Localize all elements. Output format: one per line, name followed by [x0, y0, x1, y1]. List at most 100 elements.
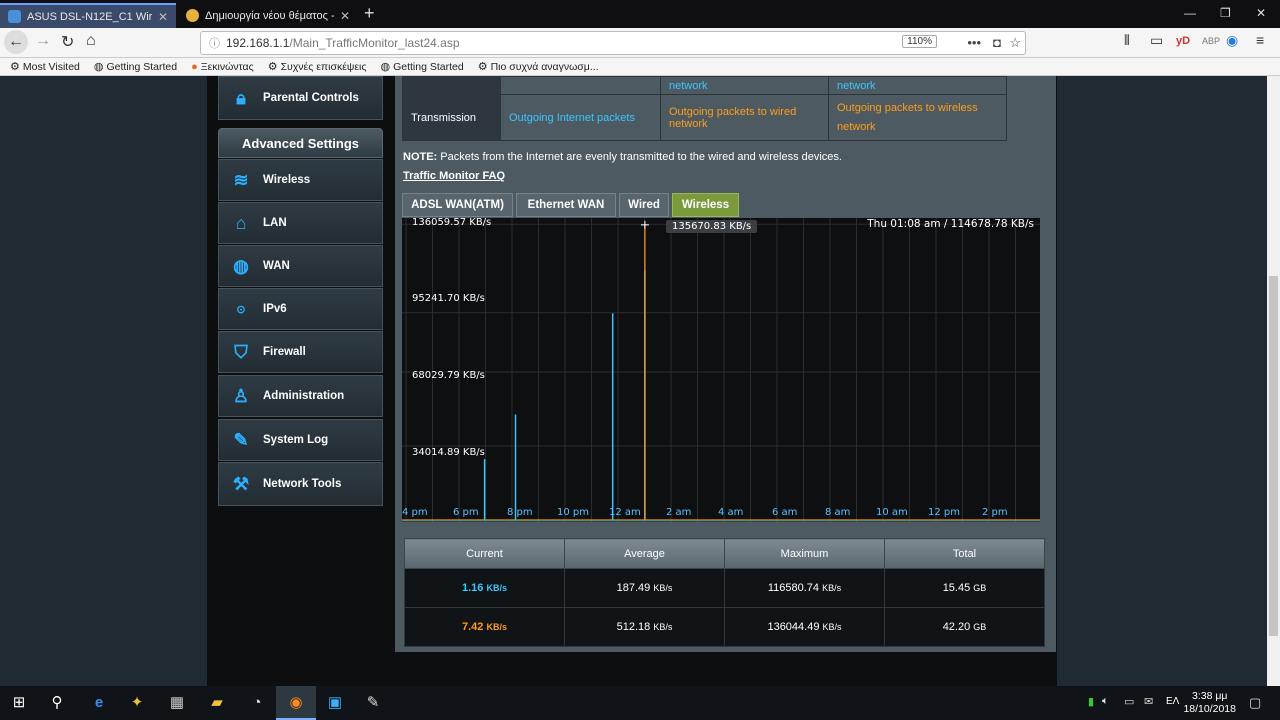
tab-title: Δημιουργία νέου θέματος - Ins: [205, 9, 334, 22]
tab-adsl-wan[interactable]: ADSL WAN(ATM): [402, 193, 513, 217]
calculator-icon[interactable]: ▦: [166, 693, 188, 713]
page-scrollbar-thumb[interactable]: [1269, 276, 1278, 636]
bookmark-getting-started-2[interactable]: ◍ Getting Started: [380, 60, 463, 74]
zoom-level[interactable]: 110%: [902, 35, 937, 48]
tools-icon: ⚒: [232, 473, 250, 494]
info-icon[interactable]: ⓘ: [209, 35, 220, 51]
bookmark-getting-started[interactable]: ◍ Getting Started: [93, 60, 177, 74]
sidebar-item-network-tools[interactable]: ⚒ Network Tools: [218, 462, 383, 506]
sidebar-item-label: Network Tools: [263, 478, 342, 490]
bookmark-star-icon[interactable]: ☆: [1009, 35, 1021, 51]
bookmark-xekinontas[interactable]: ● Ξεκινώντας: [191, 61, 254, 73]
sidebar-item-lan[interactable]: ⌂ LAN: [218, 202, 383, 244]
file-explorer-icon[interactable]: ▰: [206, 693, 228, 713]
forward-button-icon[interactable]: →: [35, 32, 51, 50]
app-taskbar-icon[interactable]: ▣: [324, 693, 346, 713]
shield-icon: ⛉: [234, 341, 248, 362]
globe-icon: ◍: [93, 61, 104, 73]
column-header: Maximum: [724, 538, 885, 569]
tab-wireless[interactable]: Wireless: [672, 193, 739, 217]
reload-icon[interactable]: ↻: [61, 32, 74, 52]
abp-extension-icon[interactable]: ABP: [1202, 36, 1220, 46]
bookmark-most-read[interactable]: ⚙ Πιο συχνά αναγνωσμ...: [478, 60, 599, 74]
total-value: 42.20 GB: [884, 607, 1045, 647]
yd-extension-icon[interactable]: yD: [1176, 35, 1190, 47]
browser-tab-router[interactable]: ASUS DSL-N12E_C1 Wireless-N ✕: [0, 3, 176, 28]
pocket-icon[interactable]: ◘: [993, 35, 1001, 50]
average-value: 512.18 KB/s: [564, 607, 725, 647]
network-icon[interactable]: ▭: [1124, 695, 1134, 708]
close-tab-icon[interactable]: ✕: [340, 9, 350, 23]
app-icon[interactable]: ✦: [126, 693, 148, 713]
table-cell: network: [828, 76, 1007, 95]
sidebar-item-ipv6[interactable]: ⊙ IPv6: [218, 288, 383, 330]
notifications-icon[interactable]: ▢: [1249, 695, 1261, 711]
url-host: 192.168.1.1: [226, 36, 290, 50]
page-actions-icon[interactable]: •••: [967, 35, 981, 50]
search-icon[interactable]: ⚲: [46, 693, 68, 713]
log-icon: ✎: [233, 429, 249, 450]
note-prefix: NOTE:: [403, 151, 438, 163]
tab-ethernet-wan[interactable]: Ethernet WAN: [516, 193, 616, 217]
globe-icon: ◍: [380, 61, 391, 73]
taskbar-clock[interactable]: 3:38 μμ 18/10/2018: [1183, 690, 1236, 716]
bookmark-syxnes[interactable]: ⚙ Συχνές επισκέψεις: [267, 60, 367, 74]
browser-tab-bar: ASUS DSL-N12E_C1 Wireless-N ✕ Δημιουργία…: [0, 0, 1280, 28]
gear-icon: ⚙: [267, 61, 278, 73]
x-tick-label: 12 pm: [928, 507, 960, 518]
sidebar-item-label: WAN: [263, 260, 290, 272]
sidebar-item-label: Parental Controls: [263, 92, 359, 104]
tray-status-icon[interactable]: ▮: [1088, 695, 1094, 708]
traffic-monitor-faq-link[interactable]: Traffic Monitor FAQ: [403, 170, 505, 182]
tab-title: ASUS DSL-N12E_C1 Wireless-N: [27, 10, 152, 23]
close-window-icon[interactable]: ✕: [1256, 6, 1266, 20]
wireless-packets-cell: Outgoing packets to wireless network: [828, 94, 1007, 141]
forum-favicon-icon: [186, 9, 199, 22]
url-bar[interactable]: ⓘ 192.168.1.1/Main_TrafficMonitor_last24…: [200, 31, 1026, 55]
clock-date: 18/10/2018: [1183, 703, 1236, 715]
traffic-chart[interactable]: 136059.57 KB/s 95241.70 KB/s 68029.79 KB…: [402, 217, 1040, 522]
paint-icon[interactable]: ✎: [362, 693, 384, 713]
windows-taskbar: ⊞ ⚲ e ✦ ▦ ▰ ◔ ◉ ▣ ✎ ▮ 🔈︎ ▭ ✉ ΕΛ 3:38 μμ …: [0, 686, 1280, 720]
x-tick-label: 2 am: [666, 507, 692, 518]
sidebar-item-parental-controls[interactable]: 🔒︎ Parental Controls: [218, 76, 383, 120]
sidebar-item-wan[interactable]: ◍ WAN: [218, 245, 383, 287]
x-tick-label: 10 am: [876, 507, 908, 518]
minimize-icon[interactable]: —: [1184, 6, 1196, 20]
start-icon[interactable]: ⊞: [8, 693, 30, 713]
sidebar-item-label: Administration: [263, 390, 345, 402]
tab-wired[interactable]: Wired: [619, 193, 669, 217]
sidebar-item-administration[interactable]: ♙ Administration: [218, 375, 383, 417]
current-value: 7.42 KB/s: [404, 607, 565, 647]
y-tick-label: 68029.79 KB/s: [412, 370, 485, 381]
new-tab-icon[interactable]: +: [364, 3, 375, 24]
traffic-chart-svg: [402, 218, 1040, 522]
lock-icon: 🔒︎: [236, 87, 246, 108]
back-button-icon[interactable]: ←: [4, 30, 28, 54]
library-icon[interactable]: ⫴: [1124, 32, 1130, 49]
table-row: 1.16 KB/s 187.49 KB/s 116580.74 KB/s 15.…: [404, 568, 1045, 608]
peak-tooltip: 135670.83 KB/s: [666, 220, 758, 233]
close-tab-icon[interactable]: ✕: [158, 10, 168, 24]
maximum-value: 136044.49 KB/s: [724, 607, 885, 647]
sidebar-icon[interactable]: ▭: [1150, 32, 1163, 49]
browser-tab-forum[interactable]: Δημιουργία νέου θέματος - Ins ✕: [178, 3, 358, 28]
clock-app-icon[interactable]: ◔: [246, 693, 268, 713]
bookmarks-bar: ⚙ Most Visited ◍ Getting Started ● Ξεκινώντ…: [0, 58, 1280, 76]
menu-icon[interactable]: ≡: [1256, 32, 1264, 48]
language-indicator[interactable]: ΕΛ: [1166, 696, 1179, 707]
vpn-extension-icon[interactable]: ◉: [1226, 32, 1238, 49]
sidebar-item-system-log[interactable]: ✎ System Log: [218, 419, 383, 461]
edge-icon[interactable]: e: [88, 693, 110, 713]
restore-icon[interactable]: ❐: [1220, 6, 1231, 20]
firefox-taskbar-icon[interactable]: ◉: [276, 686, 316, 720]
transmission-label: Transmission: [402, 94, 501, 141]
home-icon[interactable]: ⌂: [86, 32, 96, 50]
bookmark-most-visited[interactable]: ⚙ Most Visited: [10, 60, 80, 74]
sidebar-item-wireless[interactable]: ≋ Wireless: [218, 159, 383, 201]
message-icon[interactable]: ✉: [1144, 695, 1153, 708]
volume-icon[interactable]: 🔈︎: [1102, 695, 1109, 708]
x-tick-label: 10 pm: [557, 507, 589, 518]
hover-readout: Thu 01:08 am / 114678.78 KB/s: [867, 218, 1034, 230]
sidebar-item-firewall[interactable]: ⛉ Firewall: [218, 331, 383, 373]
